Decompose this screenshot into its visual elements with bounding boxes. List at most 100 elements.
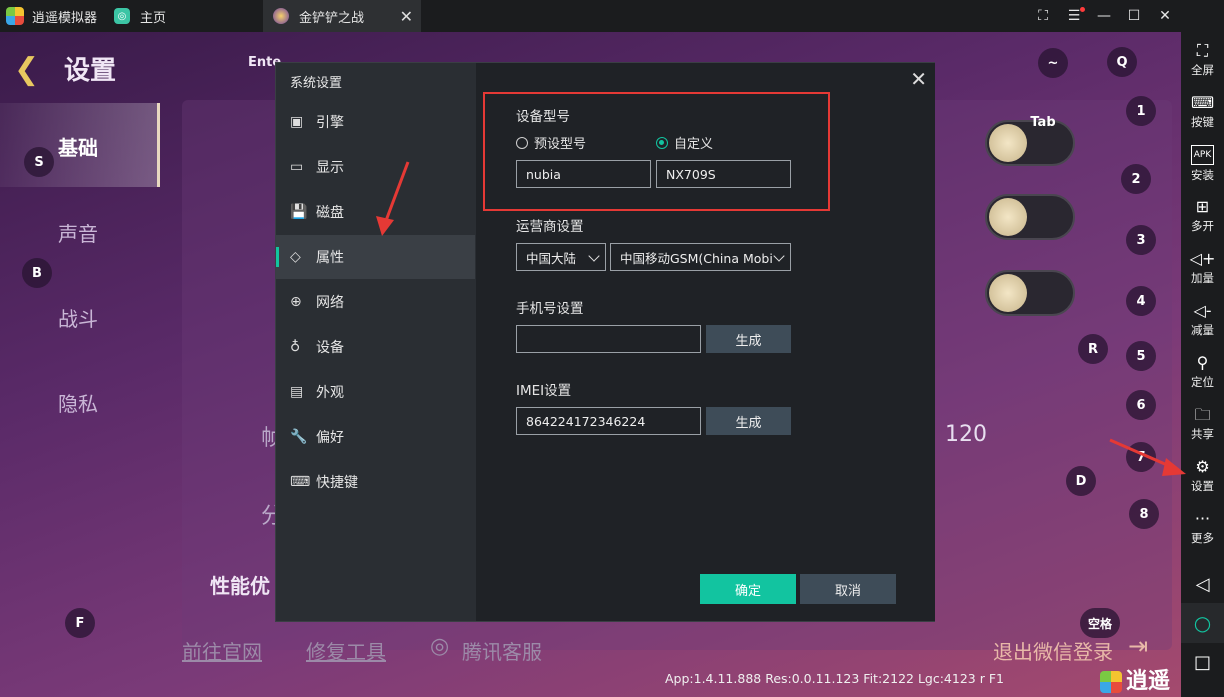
- nav-label: 显示: [316, 160, 344, 176]
- multi-instance-icon: ⊞: [1195, 197, 1210, 216]
- volume-up-icon: ◁+: [1189, 249, 1216, 268]
- sidebar-volume-down[interactable]: ◁- 减量: [1181, 294, 1224, 346]
- minimize-button[interactable]: —: [1089, 0, 1119, 32]
- nav-appearance[interactable]: ▤ 外观: [276, 370, 475, 414]
- maximize-button[interactable]: ☐: [1119, 0, 1149, 32]
- nav-engine[interactable]: ▣ 引擎: [276, 100, 475, 144]
- toggle-knob: [989, 274, 1027, 312]
- key-r[interactable]: R: [1078, 334, 1108, 364]
- toggle-knob: [989, 198, 1027, 236]
- sidebar-multi-instance[interactable]: ⊞ 多开: [1181, 190, 1224, 242]
- logout-wechat-button[interactable]: 退出微信登录: [993, 636, 1113, 665]
- nav-label: 网络: [316, 295, 344, 311]
- menu-privacy[interactable]: 隐私: [58, 388, 98, 417]
- imei-title: IMEI设置: [516, 383, 572, 399]
- tab-home[interactable]: ◎ 主页: [114, 0, 166, 32]
- key-b[interactable]: B: [22, 258, 52, 288]
- imei-input[interactable]: 864224172346224: [516, 407, 701, 435]
- nav-preferences[interactable]: 🔧 偏好: [276, 415, 475, 459]
- sidebar-label: 加量: [1191, 271, 1214, 285]
- key-tilde[interactable]: ~: [1038, 48, 1068, 78]
- sidebar-label: 多开: [1191, 219, 1214, 233]
- close-window-button[interactable]: ✕: [1150, 0, 1180, 32]
- generate-imei-button[interactable]: 生成: [706, 407, 791, 435]
- nav-label: 快捷键: [316, 475, 358, 491]
- sidebar-label: 定位: [1191, 375, 1214, 389]
- toggle-2[interactable]: [985, 194, 1075, 240]
- display-icon: ▭: [290, 159, 304, 175]
- emulator-window: 逍遥模拟器 ◎ 主页 金铲铲之战 ✕ ⛶ ☰ — ☐ ✕ ❮ 设置 基础 声音 …: [0, 0, 1224, 697]
- key-1[interactable]: 1: [1126, 96, 1156, 126]
- key-2[interactable]: 2: [1121, 164, 1151, 194]
- generate-phone-button[interactable]: 生成: [706, 325, 791, 353]
- sidebar-label: 更多: [1191, 531, 1214, 545]
- menu-sound[interactable]: 声音: [58, 218, 98, 247]
- key-space[interactable]: 空格: [1080, 608, 1120, 638]
- back-arrow-icon[interactable]: ❮: [14, 52, 50, 87]
- tab-game-label: 金铲铲之战: [299, 10, 365, 26]
- nav-shortcuts[interactable]: ⌨ 快捷键: [276, 460, 475, 504]
- carrier-value: 中国移动GSM(China Mobi: [620, 250, 773, 266]
- key-3[interactable]: 3: [1126, 225, 1156, 255]
- chevron-down-icon: [773, 250, 785, 262]
- carrier-select[interactable]: 中国移动GSM(China Mobi: [610, 243, 791, 271]
- sidebar-location[interactable]: ⚲ 定位: [1181, 346, 1224, 398]
- nav-network[interactable]: ⊕ 网络: [276, 280, 475, 324]
- dialog-close-button[interactable]: ✕: [910, 67, 927, 91]
- confirm-button[interactable]: 确定: [700, 574, 796, 604]
- engine-icon: ▣: [290, 114, 304, 130]
- sidebar-share[interactable]: 🗀 共享: [1181, 398, 1224, 450]
- region-select[interactable]: 中国大陆: [516, 243, 606, 271]
- more-icon: ···: [1194, 509, 1211, 528]
- close-tab-icon[interactable]: ✕: [400, 7, 413, 26]
- menu-basic[interactable]: 基础: [58, 132, 98, 161]
- menu-icon[interactable]: ☰: [1059, 0, 1089, 32]
- microphone-icon: ♁: [290, 339, 301, 355]
- annotation-highlight-box: [483, 92, 830, 211]
- app-title: 逍遥模拟器: [6, 0, 97, 32]
- android-home-button[interactable]: ○: [1181, 603, 1224, 643]
- key-d[interactable]: D: [1066, 466, 1096, 496]
- tab-game[interactable]: 金铲铲之战 ✕: [263, 0, 421, 32]
- key-q[interactable]: Q: [1107, 47, 1137, 77]
- nav-disk[interactable]: 💾 磁盘: [276, 190, 475, 234]
- key-s[interactable]: S: [24, 147, 54, 177]
- sidebar-settings[interactable]: ⚙ 设置: [1181, 450, 1224, 502]
- nav-label: 外观: [316, 385, 344, 401]
- screenshot-mode-icon[interactable]: ⛶: [1028, 0, 1058, 32]
- cancel-button[interactable]: 取消: [800, 574, 896, 604]
- nav-device[interactable]: ♁ 设备: [276, 325, 475, 369]
- key-f[interactable]: F: [65, 608, 95, 638]
- tag-icon: ◇: [290, 249, 301, 265]
- volume-down-icon: ◁-: [1193, 301, 1212, 320]
- official-site-link[interactable]: 前往官网: [182, 636, 262, 665]
- sidebar-keymap[interactable]: ⌨ 按键: [1181, 86, 1224, 138]
- android-back-button[interactable]: ◁: [1181, 564, 1224, 604]
- nav-display[interactable]: ▭ 显示: [276, 145, 475, 189]
- nav-label: 属性: [316, 250, 344, 266]
- key-5[interactable]: 5: [1126, 341, 1156, 371]
- nav-properties[interactable]: ◇ 属性: [276, 235, 475, 279]
- key-6[interactable]: 6: [1126, 390, 1156, 420]
- fps-value: 120: [945, 422, 987, 447]
- globe-icon: ⊕: [290, 294, 302, 310]
- android-recent-button[interactable]: □: [1181, 642, 1224, 682]
- phone-input[interactable]: [516, 325, 701, 353]
- key-tab[interactable]: Tab: [1026, 108, 1060, 136]
- sidebar-fullscreen[interactable]: ⛶ 全屏: [1181, 34, 1224, 86]
- toggle-3[interactable]: [985, 270, 1075, 316]
- key-7[interactable]: 7: [1126, 442, 1156, 472]
- key-4[interactable]: 4: [1126, 286, 1156, 316]
- sidebar-install[interactable]: APK 安装: [1181, 138, 1224, 190]
- app-name: 逍遥模拟器: [32, 10, 98, 26]
- customer-service-icon: ◎: [430, 634, 450, 659]
- key-8[interactable]: 8: [1129, 499, 1159, 529]
- menu-battle[interactable]: 战斗: [58, 303, 98, 332]
- chevron-down-icon: [588, 250, 600, 262]
- tencent-service-link[interactable]: 腾讯客服: [462, 636, 542, 665]
- sidebar-label: 全屏: [1191, 63, 1214, 77]
- repair-tool-link[interactable]: 修复工具: [306, 636, 386, 665]
- game-app-icon: [273, 8, 289, 24]
- sidebar-more[interactable]: ··· 更多: [1181, 502, 1224, 554]
- sidebar-volume-up[interactable]: ◁+ 加量: [1181, 242, 1224, 294]
